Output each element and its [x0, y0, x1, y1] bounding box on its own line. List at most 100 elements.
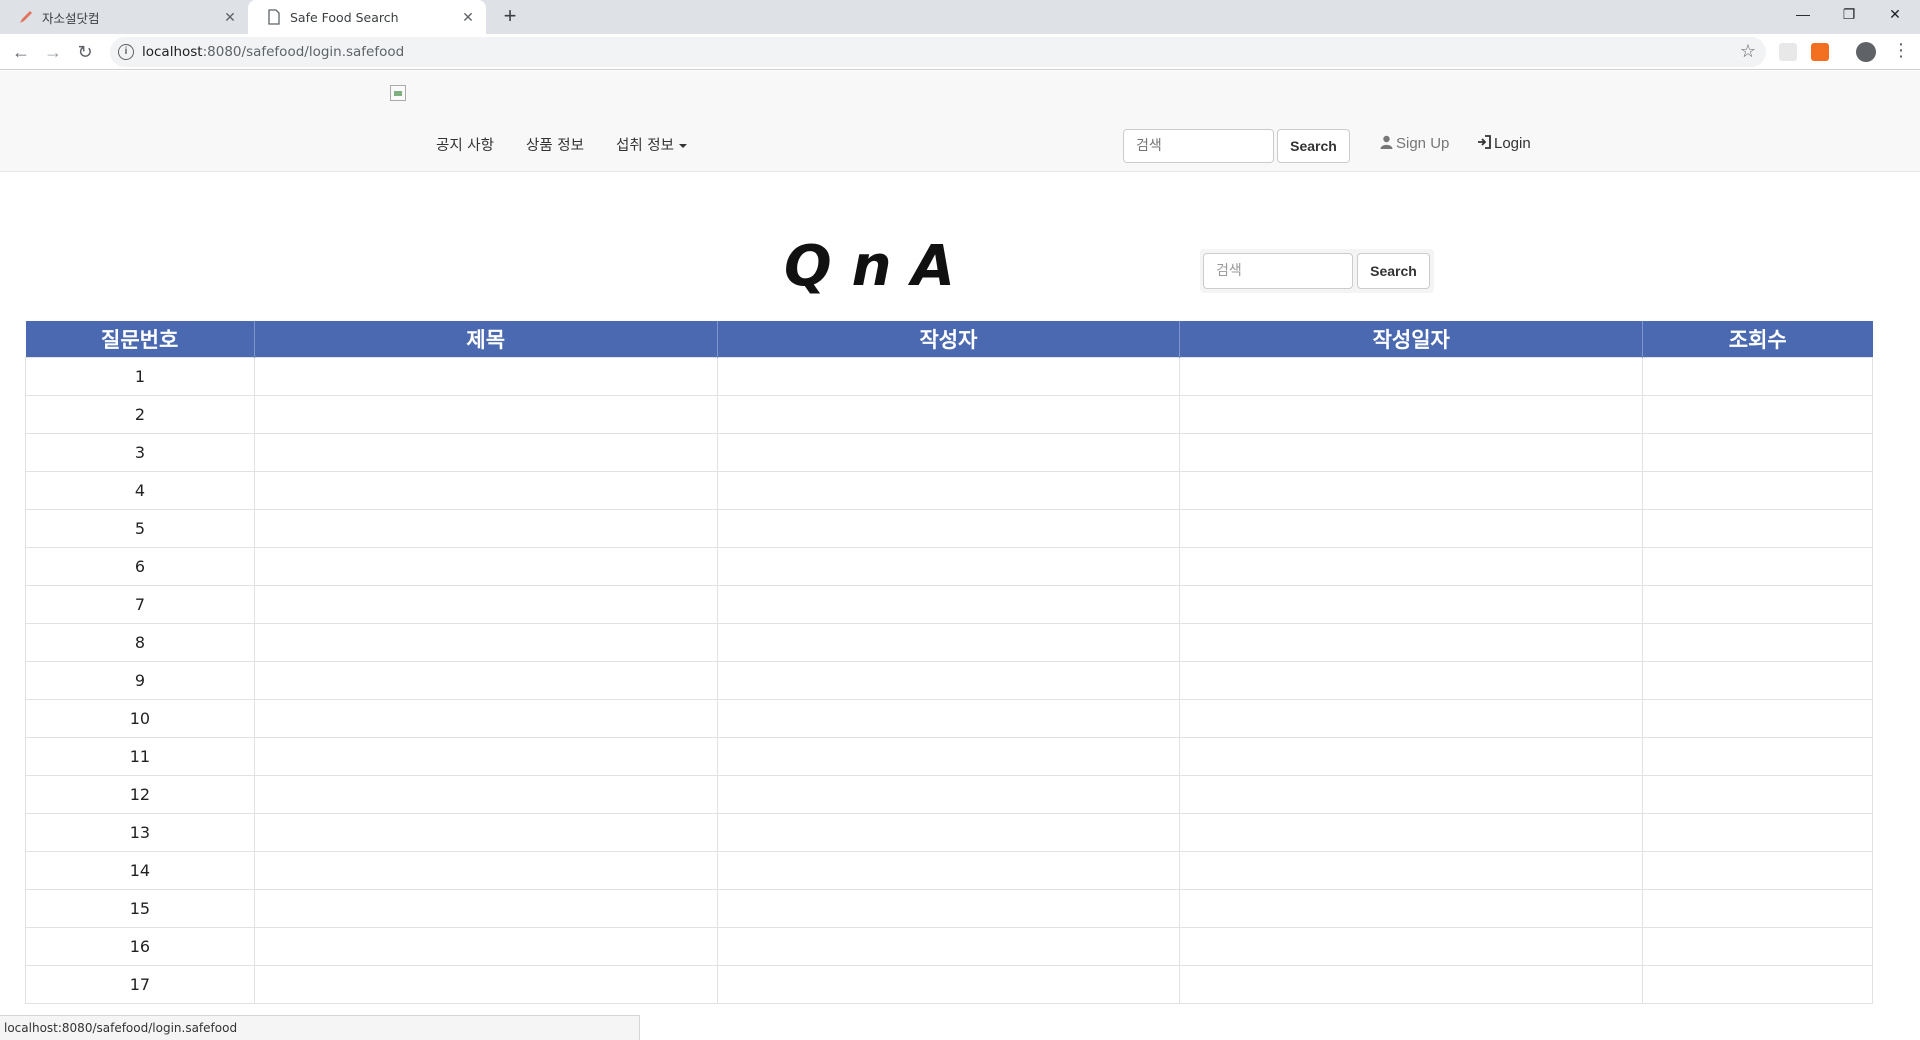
table-cell: [1179, 356, 1644, 396]
table-cell: [716, 470, 1181, 510]
table-cell: [1179, 546, 1644, 586]
qna-search-input[interactable]: 검색: [1203, 253, 1353, 289]
table-cell: [253, 926, 718, 966]
close-icon[interactable]: ✕: [222, 9, 238, 25]
nav-link-intake-label: 섭취 정보: [616, 138, 674, 154]
table-cell: [716, 394, 1181, 434]
column-header-views[interactable]: 조회수: [1642, 321, 1873, 357]
profile-icon[interactable]: [1856, 42, 1876, 62]
table-cell: [716, 584, 1181, 624]
address-bar[interactable]: i localhost:8080/safefood/login.safefood…: [110, 37, 1766, 67]
table-cell: [1179, 470, 1644, 510]
table-cell: 11: [25, 736, 255, 776]
table-cell: [1642, 622, 1873, 662]
table-row[interactable]: 5: [25, 508, 1873, 548]
login-link[interactable]: Login: [1477, 135, 1531, 152]
table-cell: [253, 812, 718, 852]
table-row[interactable]: 2: [25, 394, 1873, 434]
table-body: 1 2 3 4 5 6 7 8 9 10 11 12 13 14 15 16 17: [25, 356, 1873, 1004]
bookmark-star-icon[interactable]: ☆: [1740, 41, 1756, 62]
nav-link-products[interactable]: 상품 정보: [526, 134, 584, 155]
table-row[interactable]: 16: [25, 926, 1873, 966]
menu-dots-icon[interactable]: ⋮: [1892, 40, 1910, 61]
table-cell: 9: [25, 660, 255, 700]
table-row[interactable]: 15: [25, 888, 1873, 928]
table-row[interactable]: 8: [25, 622, 1873, 662]
extension-icon[interactable]: [1811, 43, 1829, 61]
table-cell: [1642, 394, 1873, 434]
login-icon: [1477, 135, 1491, 152]
restore-icon[interactable]: ❐: [1826, 0, 1872, 30]
table-cell: [1179, 622, 1644, 662]
logo-image[interactable]: [390, 85, 406, 101]
tab-jasoseol[interactable]: 자소설닷컴 ✕: [0, 0, 248, 34]
table-cell: [1642, 850, 1873, 890]
nav-search-button[interactable]: Search: [1277, 129, 1350, 163]
column-header-date[interactable]: 작성일자: [1179, 321, 1644, 357]
table-cell: [253, 432, 718, 472]
nav-link-intake[interactable]: 섭취 정보: [616, 134, 687, 155]
table-cell: [1179, 660, 1644, 700]
table-cell: [1642, 926, 1873, 966]
nav-link-notice[interactable]: 공지 사항: [436, 134, 494, 155]
table-cell: [1642, 356, 1873, 396]
table-row[interactable]: 9: [25, 660, 1873, 700]
table-cell: [1179, 774, 1644, 814]
table-row[interactable]: 14: [25, 850, 1873, 890]
signup-link[interactable]: Sign Up: [1380, 135, 1449, 152]
forward-icon[interactable]: →: [41, 40, 65, 64]
table-cell: [1642, 774, 1873, 814]
table-cell: [716, 698, 1181, 738]
column-header-author[interactable]: 작성자: [717, 321, 1181, 357]
close-window-icon[interactable]: ✕: [1872, 0, 1918, 30]
table-row[interactable]: 12: [25, 774, 1873, 814]
login-label: Login: [1494, 135, 1531, 152]
table-cell: [1642, 432, 1873, 472]
table-cell: [1642, 698, 1873, 738]
table-cell: [253, 660, 718, 700]
nav-search-input[interactable]: [1123, 129, 1274, 163]
url-text[interactable]: localhost:8080/safefood/login.safefood: [142, 44, 404, 60]
tab-safe-food-search[interactable]: Safe Food Search ✕: [248, 0, 486, 34]
table-row[interactable]: 4: [25, 470, 1873, 510]
table-cell: [1642, 888, 1873, 928]
table-cell: [253, 394, 718, 434]
table-row[interactable]: 17: [25, 964, 1873, 1004]
table-row[interactable]: 1: [25, 356, 1873, 396]
table-cell: [1642, 584, 1873, 624]
info-icon[interactable]: i: [118, 44, 134, 60]
table-row[interactable]: 6: [25, 546, 1873, 586]
table-cell: 4: [25, 470, 255, 510]
table-cell: 3: [25, 432, 255, 472]
qna-search-button[interactable]: Search: [1357, 253, 1430, 289]
back-icon[interactable]: ←: [9, 40, 33, 64]
page-title: QnA: [784, 234, 975, 299]
pencil-icon: [18, 9, 34, 25]
table-row[interactable]: 10: [25, 698, 1873, 738]
table-cell: [253, 584, 718, 624]
table-row[interactable]: 3: [25, 432, 1873, 472]
table-cell: [716, 356, 1181, 396]
table-row[interactable]: 13: [25, 812, 1873, 852]
table-cell: [1179, 584, 1644, 624]
new-tab-button[interactable]: +: [498, 5, 522, 29]
close-icon[interactable]: ✕: [460, 9, 476, 25]
table-row[interactable]: 7: [25, 584, 1873, 624]
table-cell: [1642, 660, 1873, 700]
table-row[interactable]: 11: [25, 736, 1873, 776]
table-cell: [253, 736, 718, 776]
user-icon: [1380, 135, 1393, 152]
table-cell: [1642, 812, 1873, 852]
minimize-icon[interactable]: —: [1780, 0, 1826, 30]
table-cell: 17: [25, 964, 255, 1004]
table-cell: [253, 698, 718, 738]
extension-icon[interactable]: [1779, 43, 1797, 61]
table-cell: [253, 470, 718, 510]
table-cell: 16: [25, 926, 255, 966]
table-cell: [1179, 888, 1644, 928]
column-header-title[interactable]: 제목: [254, 321, 718, 357]
reload-icon[interactable]: ↻: [73, 40, 97, 64]
table-cell: [1179, 850, 1644, 890]
column-header-number[interactable]: 질문번호: [25, 321, 255, 357]
table-cell: [716, 432, 1181, 472]
